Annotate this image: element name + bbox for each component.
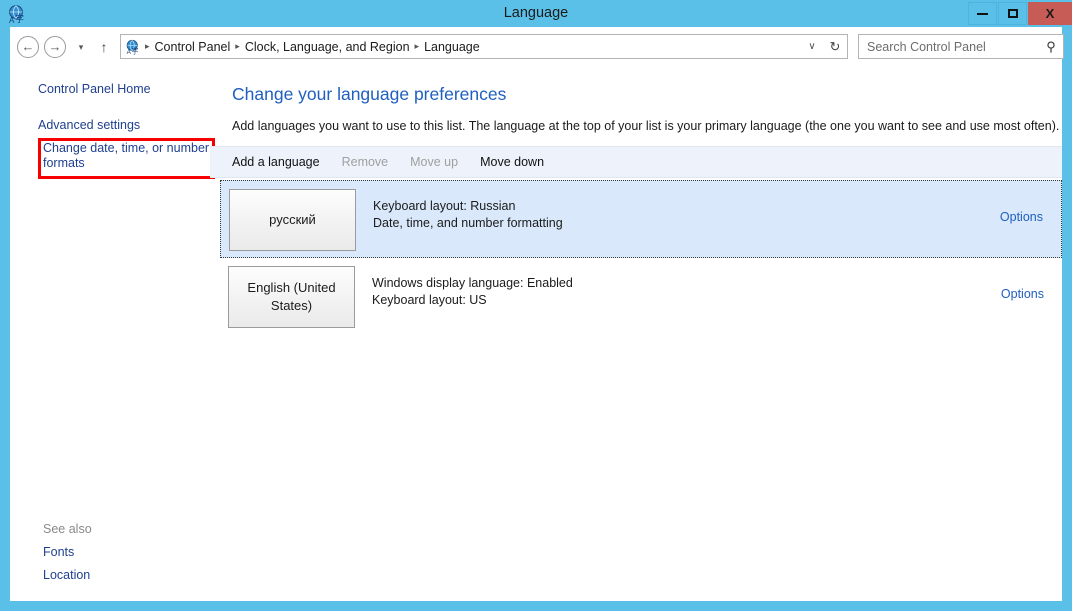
- language-tile-name: русский: [229, 189, 356, 251]
- move-up-button: Move up: [410, 155, 459, 169]
- back-button[interactable]: ←: [17, 36, 39, 58]
- minimize-button[interactable]: [968, 2, 997, 25]
- close-button[interactable]: X: [1028, 2, 1072, 25]
- search-box[interactable]: ⚲: [858, 34, 1064, 59]
- navigation-bar: ← → ▾ ↑ A 字 ▸ Control Panel ▸ Clock, Lan…: [10, 27, 1064, 67]
- add-language-button[interactable]: Add a language: [223, 151, 329, 173]
- recent-locations-button[interactable]: ▾: [73, 36, 89, 58]
- language-details: Keyboard layout: Russian Date, time, and…: [373, 198, 563, 232]
- breadcrumb-separator-2: ▸: [414, 41, 420, 51]
- sidebar-item-advanced-settings[interactable]: Advanced settings: [38, 118, 140, 133]
- page-title: Change your language preferences: [232, 84, 507, 104]
- search-input[interactable]: [865, 38, 1039, 55]
- breadcrumb-separator-1: ▸: [235, 41, 240, 51]
- breadcrumb-separator-0: ▸: [145, 41, 150, 51]
- breadcrumb-item-clock-language-region[interactable]: Clock, Language, and Region: [242, 40, 413, 54]
- main-pane: Change your language preferences Add lan…: [210, 67, 1062, 601]
- chevron-down-icon[interactable]: ∨: [801, 41, 823, 52]
- language-detail-line: Keyboard layout: US: [372, 293, 487, 307]
- breadcrumb: ▸ Control Panel ▸ Clock, Language, and R…: [143, 40, 801, 54]
- language-tile-name: English (United States): [228, 266, 355, 328]
- svg-text:字: 字: [131, 46, 138, 55]
- content-area: Control Panel Home Advanced settings Cha…: [10, 67, 1062, 601]
- sidebar-item-control-panel-home[interactable]: Control Panel Home: [38, 82, 151, 97]
- sidebar: Control Panel Home Advanced settings Cha…: [10, 67, 215, 601]
- language-row-russian[interactable]: русский Keyboard layout: Russian Date, t…: [220, 180, 1062, 258]
- language-detail-line: Date, time, and number formatting: [373, 216, 563, 230]
- maximize-icon: [1007, 9, 1018, 18]
- minimize-icon: [977, 12, 988, 15]
- sidebar-item-change-date-time-number-formats[interactable]: Change date, time, or number formats: [43, 141, 211, 171]
- see-also-heading: See also: [43, 522, 92, 536]
- title-bar: A 字 Language X: [0, 0, 1072, 27]
- window-controls: X: [968, 0, 1072, 27]
- toolbar: Add a language Remove Move up Move down: [210, 146, 1062, 178]
- options-link[interactable]: Options: [1000, 210, 1043, 224]
- forward-button[interactable]: →: [44, 36, 66, 58]
- language-detail-line: Windows display language: Enabled: [372, 276, 573, 290]
- search-icon: ⚲: [1046, 38, 1056, 54]
- up-button[interactable]: ↑: [94, 36, 114, 58]
- remove-button: Remove: [341, 155, 389, 169]
- options-link[interactable]: Options: [1001, 287, 1044, 301]
- language-row-english-united-states[interactable]: English (United States) Windows display …: [220, 258, 1062, 336]
- maximize-button[interactable]: [998, 2, 1027, 25]
- language-details: Windows display language: Enabled Keyboa…: [372, 275, 573, 309]
- window-title: Language: [503, 5, 569, 21]
- breadcrumb-item-control-panel[interactable]: Control Panel: [152, 40, 234, 54]
- move-down-button[interactable]: Move down: [471, 151, 553, 173]
- language-detail-line: Keyboard layout: Russian: [373, 199, 516, 213]
- address-bar[interactable]: A 字 ▸ Control Panel ▸ Clock, Language, a…: [120, 34, 848, 59]
- sidebar-item-fonts[interactable]: Fonts: [43, 545, 74, 560]
- language-list: русский Keyboard layout: Russian Date, t…: [220, 180, 1062, 336]
- sidebar-item-location[interactable]: Location: [43, 568, 90, 583]
- address-language-icon: A 字: [127, 39, 139, 55]
- refresh-icon[interactable]: ↻: [823, 39, 847, 55]
- page-description: Add languages you want to use to this li…: [232, 119, 1060, 133]
- breadcrumb-item-language[interactable]: Language: [421, 40, 483, 54]
